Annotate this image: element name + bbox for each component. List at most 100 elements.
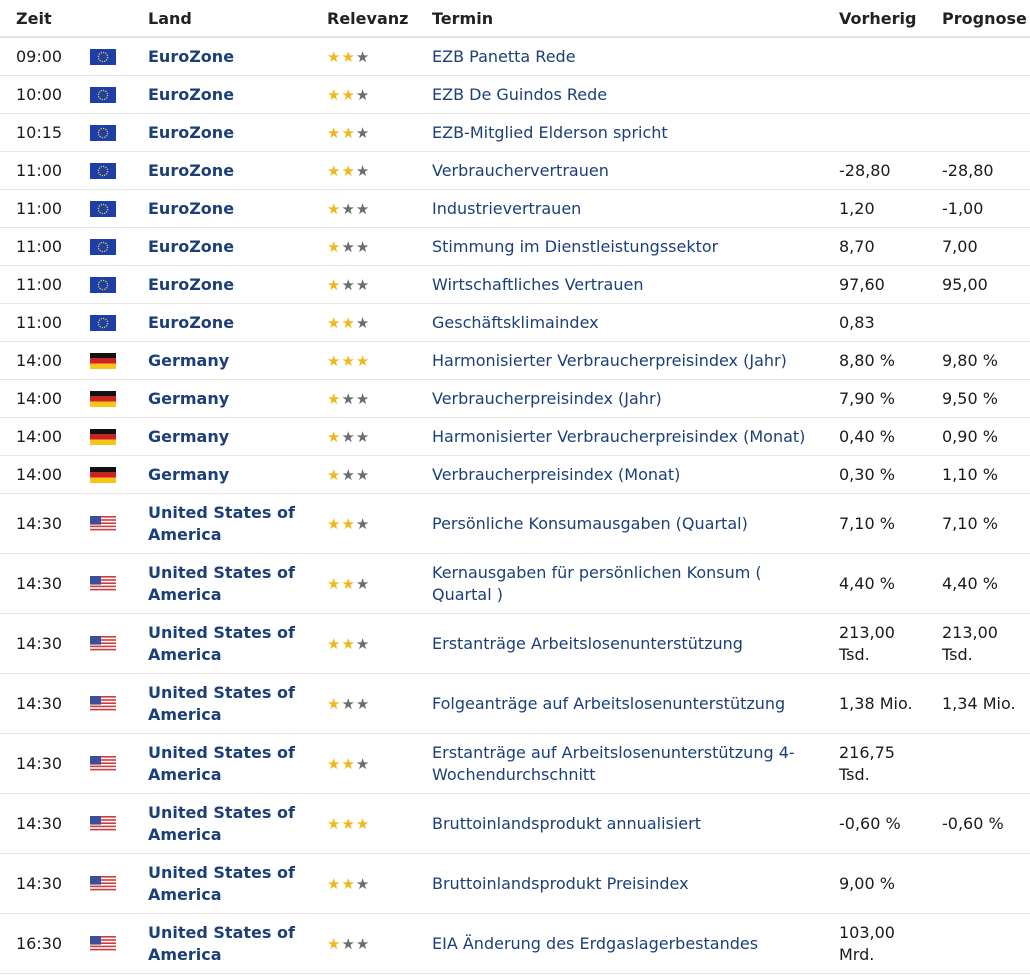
cell-termin[interactable]: Erstanträge Arbeitslosenunterstützung [416, 613, 823, 674]
eu-flag-icon [90, 239, 116, 255]
star-filled-icon: ★ [327, 275, 341, 294]
eu-flag-icon [90, 163, 116, 179]
cell-land[interactable]: EuroZone [132, 113, 311, 152]
header-relevanz[interactable]: Relevanz [311, 0, 416, 38]
cell-land[interactable]: EuroZone [132, 303, 311, 342]
header-zeit[interactable]: Zeit [0, 0, 74, 38]
relevance-rating: ★ ★ ★ [327, 873, 369, 895]
cell-relevanz: ★ ★ ★ [311, 793, 416, 854]
cell-flag [74, 227, 132, 266]
table-row[interactable]: 14:00 Germany ★ ★ ★ Harmonisierter Verbrauche… [0, 417, 1030, 456]
cell-termin[interactable]: Persönliche Konsumausgaben (Quartal) [416, 493, 823, 554]
table-row[interactable]: 16:30 United States of America ★ ★ ★ EIA Ände… [0, 913, 1030, 974]
header-vorherig[interactable]: Vorherig [823, 0, 926, 38]
cell-land[interactable]: United States of America [132, 493, 311, 554]
cell-zeit: 11:00 [0, 265, 74, 304]
table-row[interactable]: 11:00 EuroZone ★ ★ ★ Wirtschaftliches Vertrau… [0, 265, 1030, 304]
cell-prognose [926, 303, 1030, 342]
relevance-rating: ★ ★ ★ [327, 122, 369, 144]
table-row[interactable]: 14:30 United States of America ★ ★ ★ Bruttoin… [0, 793, 1030, 854]
cell-land[interactable]: Germany [132, 379, 311, 418]
cell-termin[interactable]: Kernausgaben für persönlichen Konsum ( Q… [416, 553, 823, 614]
table-row[interactable]: 14:30 United States of America ★ ★ ★ Folgeant… [0, 673, 1030, 734]
cell-land[interactable]: Germany [132, 417, 311, 456]
cell-termin[interactable]: Bruttoinlandsprodukt Preisindex [416, 853, 823, 914]
cell-termin[interactable]: EIA Änderung des Erdgaslagerbestandes [416, 913, 823, 974]
table-row[interactable]: 14:30 United States of America ★ ★ ★ Bruttoin… [0, 853, 1030, 914]
cell-flag [74, 113, 132, 152]
cell-land[interactable]: Germany [132, 341, 311, 380]
star-empty-icon: ★ [341, 389, 355, 408]
cell-prognose: -28,80 [926, 151, 1030, 190]
cell-termin[interactable]: Folgeanträge auf Arbeitslosenunterstützu… [416, 673, 823, 734]
us-flag-icon [90, 516, 116, 532]
table-row[interactable]: 14:30 United States of America ★ ★ ★ Erstantr… [0, 733, 1030, 794]
relevance-rating: ★ ★ ★ [327, 426, 369, 448]
cell-termin[interactable]: EZB De Guindos Rede [416, 75, 823, 114]
cell-flag [74, 853, 132, 914]
cell-zeit: 14:30 [0, 673, 74, 734]
cell-land[interactable]: EuroZone [132, 37, 311, 76]
table-row[interactable]: 14:30 United States of America ★ ★ ★ Kernausg… [0, 553, 1030, 614]
table-row[interactable]: 11:00 EuroZone ★ ★ ★ Stimmung im Dienstleistu… [0, 227, 1030, 266]
cell-termin[interactable]: Stimmung im Dienstleistungssektor [416, 227, 823, 266]
table-row[interactable]: 14:00 Germany ★ ★ ★ Harmonisierter Verbrauche… [0, 341, 1030, 380]
header-prognose[interactable]: Prognose [926, 0, 1030, 38]
star-empty-icon: ★ [355, 934, 370, 953]
header-land[interactable]: Land [132, 0, 311, 38]
cell-land[interactable]: United States of America [132, 913, 311, 974]
star-filled-icon: ★ [341, 313, 355, 332]
cell-land[interactable]: United States of America [132, 733, 311, 794]
cell-land[interactable]: EuroZone [132, 189, 311, 228]
cell-termin[interactable]: Verbraucherpreisindex (Jahr) [416, 379, 823, 418]
star-empty-icon: ★ [355, 389, 370, 408]
table-row[interactable]: 11:00 EuroZone ★ ★ ★ Verbrauchervertrauen -28,… [0, 151, 1030, 190]
star-empty-icon: ★ [355, 275, 370, 294]
table-row[interactable]: 10:00 EuroZone ★ ★ ★ EZB De Guindos Rede [0, 75, 1030, 114]
cell-termin[interactable]: EZB Panetta Rede [416, 37, 823, 76]
cell-termin[interactable]: Verbrauchervertrauen [416, 151, 823, 190]
table-row[interactable]: 14:30 United States of America ★ ★ ★ Erstantr… [0, 613, 1030, 674]
cell-land[interactable]: United States of America [132, 673, 311, 734]
relevance-rating: ★ ★ ★ [327, 513, 369, 535]
cell-termin[interactable]: EZB-Mitglied Elderson spricht [416, 113, 823, 152]
us-flag-icon [90, 876, 116, 892]
table-row[interactable]: 14:00 Germany ★ ★ ★ Verbraucherpreisindex (Ja… [0, 379, 1030, 418]
cell-relevanz: ★ ★ ★ [311, 227, 416, 266]
cell-zeit: 10:15 [0, 113, 74, 152]
cell-termin[interactable]: Erstanträge auf Arbeitslosenunterstützun… [416, 733, 823, 794]
cell-prognose: -0,60 % [926, 793, 1030, 854]
cell-termin[interactable]: Geschäftsklimaindex [416, 303, 823, 342]
cell-termin[interactable]: Harmonisierter Verbraucherpreisindex (Mo… [416, 417, 823, 456]
cell-termin[interactable]: Harmonisierter Verbraucherpreisindex (Ja… [416, 341, 823, 380]
cell-land[interactable]: EuroZone [132, 151, 311, 190]
table-row[interactable]: 09:00 EuroZone ★ ★ ★ EZB Panetta Rede [0, 37, 1030, 76]
cell-termin[interactable]: Industrievertrauen [416, 189, 823, 228]
cell-relevanz: ★ ★ ★ [311, 853, 416, 914]
cell-termin[interactable]: Bruttoinlandsprodukt annualisiert [416, 793, 823, 854]
table-row[interactable]: 11:00 EuroZone ★ ★ ★ Geschäftsklimaindex 0,83 [0, 303, 1030, 342]
cell-land[interactable]: United States of America [132, 793, 311, 854]
cell-prognose [926, 913, 1030, 974]
cell-land[interactable]: Germany [132, 455, 311, 494]
cell-zeit: 11:00 [0, 303, 74, 342]
cell-zeit: 14:00 [0, 379, 74, 418]
cell-termin[interactable]: Verbraucherpreisindex (Monat) [416, 455, 823, 494]
cell-termin[interactable]: Wirtschaftliches Vertrauen [416, 265, 823, 304]
star-filled-icon: ★ [341, 351, 355, 370]
cell-land[interactable]: United States of America [132, 613, 311, 674]
header-termin[interactable]: Termin [416, 0, 823, 38]
table-row[interactable]: 14:30 United States of America ★ ★ ★ Persönli… [0, 493, 1030, 554]
star-filled-icon: ★ [341, 161, 355, 180]
table-row[interactable]: 14:00 Germany ★ ★ ★ Verbraucherpreisindex (Mo… [0, 455, 1030, 494]
cell-land[interactable]: EuroZone [132, 265, 311, 304]
cell-land[interactable]: United States of America [132, 853, 311, 914]
eu-flag-icon [90, 49, 116, 65]
cell-land[interactable]: EuroZone [132, 75, 311, 114]
cell-land[interactable]: United States of America [132, 553, 311, 614]
table-row[interactable]: 11:00 EuroZone ★ ★ ★ Industrievertrauen 1,20 -1… [0, 189, 1030, 228]
cell-land[interactable]: EuroZone [132, 227, 311, 266]
cell-flag [74, 913, 132, 974]
star-filled-icon: ★ [327, 634, 341, 653]
table-row[interactable]: 10:15 EuroZone ★ ★ ★ EZB-Mitglied Elderson sp… [0, 113, 1030, 152]
